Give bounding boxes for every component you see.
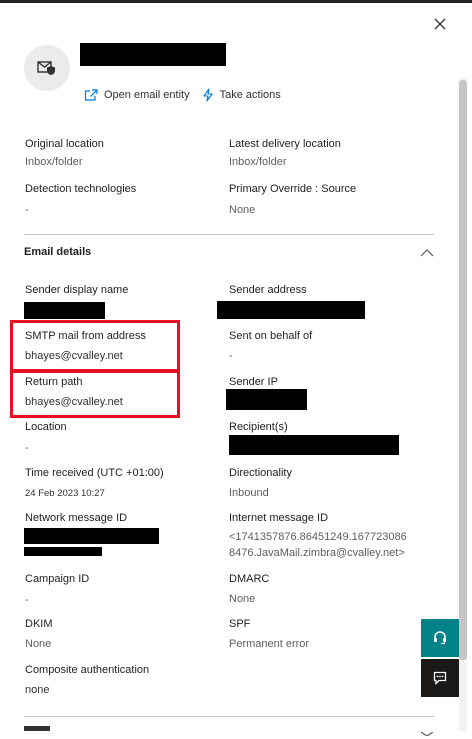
highlight-box [10, 320, 180, 372]
dkim-field: DKIM None [25, 617, 225, 651]
field-value: 24 Feb 2023 10:27 [25, 488, 105, 499]
detection-technologies-field: Detection technologies - [25, 182, 225, 217]
sender-display-name-redacted [24, 302, 105, 319]
field-label: Latest delivery location [229, 138, 341, 150]
field-label: DKIM [25, 618, 53, 630]
field-label: Original location [25, 138, 104, 150]
chevron-up-icon[interactable] [420, 248, 434, 258]
chat-feedback-icon [433, 671, 447, 685]
time-received-field: Time received (UTC +01:00) 24 Feb 2023 1… [25, 466, 225, 501]
field-label: Network message ID [25, 512, 128, 524]
field-value: - [229, 350, 233, 362]
field-value: None [229, 593, 256, 605]
recipients-redacted [229, 435, 399, 455]
field-value: - [25, 442, 29, 454]
feedback-button[interactable] [421, 659, 459, 697]
field-value: None [229, 204, 256, 216]
field-label: DMARC [229, 573, 270, 585]
field-label: Time received (UTC +01:00) [25, 467, 164, 479]
dmarc-field: DMARC None [229, 572, 429, 606]
network-message-id-field: Network message ID [25, 511, 225, 525]
recipients-field: Recipient(s) [229, 420, 429, 434]
field-value: <1741357876.86451249.167723086 [229, 531, 407, 543]
field-label: Sender address [229, 284, 307, 296]
composite-auth-field: Composite authentication none [25, 663, 225, 697]
field-label: Sender display name [25, 284, 129, 296]
field-label: Primary Override : Source [229, 183, 357, 195]
field-label: Location [25, 421, 67, 433]
network-message-id-redacted [24, 547, 102, 556]
next-section-header-partial [24, 726, 50, 731]
field-label: Campaign ID [25, 573, 90, 585]
top-border [0, 0, 472, 3]
field-value: None [25, 638, 52, 650]
help-button[interactable] [421, 619, 459, 657]
directionality-field: Directionality Inbound [229, 466, 429, 500]
open-email-entity-label: Open email entity [104, 89, 190, 101]
headset-icon [434, 631, 446, 645]
email-avatar [24, 45, 70, 91]
sender-ip-redacted [226, 389, 307, 410]
sent-on-behalf-field: Sent on behalf of - [229, 329, 429, 363]
field-value: Inbox/folder [229, 156, 287, 168]
field-label: Composite authentication [25, 664, 150, 676]
header-actions: Open email entity Take actions [84, 88, 293, 102]
original-location-field: Original location Inbox/folder [25, 137, 225, 169]
latest-delivery-location-field: Latest delivery location Inbox/folder [229, 137, 429, 169]
field-value: Permanent error [229, 638, 310, 650]
scrollbar-thumb[interactable] [459, 80, 467, 660]
primary-override-field: Primary Override : Source None [229, 182, 429, 217]
email-subject-redacted [80, 43, 226, 66]
highlight-box [10, 370, 180, 418]
sender-display-name-field: Sender display name [25, 283, 225, 297]
field-value: none [25, 684, 50, 696]
take-actions-label: Take actions [219, 89, 281, 101]
field-label: SPF [229, 618, 251, 630]
field-label: Directionality [229, 467, 292, 479]
divider [24, 234, 434, 235]
lightning-icon [203, 88, 213, 102]
field-value: - [25, 204, 29, 216]
field-value: 8476.JavaMail.zimbra@cvalley.net> [229, 547, 405, 559]
chevron-down-icon[interactable] [420, 727, 434, 737]
field-label: Detection technologies [25, 183, 137, 195]
field-label: Internet message ID [229, 512, 329, 524]
field-value: Inbound [229, 487, 269, 499]
field-label: Sent on behalf of [229, 330, 313, 342]
open-email-entity-button[interactable]: Open email entity [84, 89, 190, 101]
divider [24, 716, 434, 717]
take-actions-button[interactable]: Take actions [202, 88, 281, 102]
close-icon[interactable] [430, 14, 450, 34]
email-details-header[interactable]: Email details [24, 246, 91, 258]
email-shield-icon [37, 61, 55, 75]
open-external-icon [84, 89, 98, 101]
internet-message-id-field: Internet message ID <1741357876.86451249… [229, 511, 454, 560]
sender-address-field: Sender address [229, 283, 429, 297]
field-value: - [25, 594, 29, 606]
sender-ip-field: Sender IP [229, 375, 429, 389]
location-field: Location - [25, 420, 225, 455]
sender-address-redacted [217, 301, 365, 319]
field-label: Sender IP [229, 376, 278, 388]
network-message-id-redacted [24, 528, 159, 544]
field-label: Recipient(s) [229, 421, 288, 433]
spf-field: SPF Permanent error [229, 617, 429, 651]
campaign-id-field: Campaign ID - [25, 572, 225, 607]
field-value: Inbox/folder [25, 156, 83, 168]
